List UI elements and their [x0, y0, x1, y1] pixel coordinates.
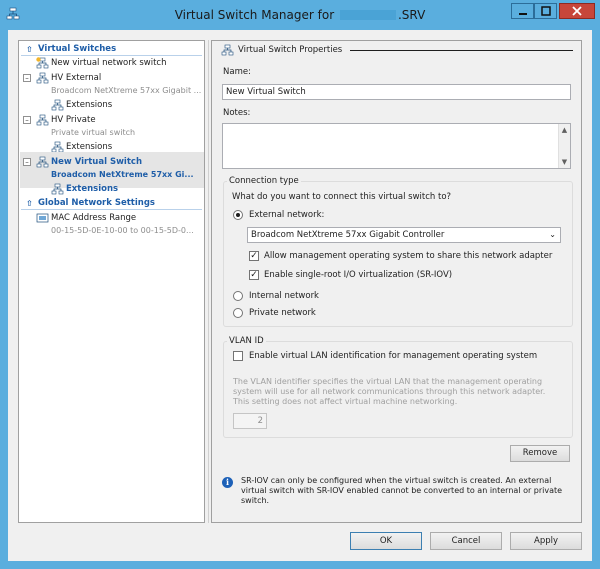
remove-button[interactable]: Remove: [510, 445, 570, 462]
sriov-label[interactable]: Enable single-root I/O virtualization (S…: [264, 270, 452, 280]
close-button[interactable]: [559, 3, 595, 19]
new-switch-icon: [36, 57, 49, 69]
close-icon: [572, 6, 582, 16]
title-bar[interactable]: Virtual Switch Manager for .SRV: [0, 0, 600, 30]
collapse-chevron-icon: ⇧: [26, 45, 33, 54]
network-adapter-dropdown[interactable]: Broadcom NetXtreme 57xx Gigabit Controll…: [247, 227, 561, 243]
extensions-icon: [51, 183, 64, 195]
name-label: Name:: [223, 67, 251, 77]
switch-extensions-item[interactable]: Extensions: [66, 99, 112, 112]
notes-scrollbar[interactable]: ▲ ▼: [558, 124, 570, 168]
sriov-info-text: SR-IOV can only be configured when the v…: [241, 476, 563, 505]
switch-item-detail-selected: Broadcom NetXtreme 57xx Gi...: [51, 170, 194, 179]
collapse-expander-icon[interactable]: –: [23, 158, 31, 166]
switch-item-name-selected[interactable]: New Virtual Switch: [51, 156, 142, 169]
allow-management-label[interactable]: Allow management operating system to sha…: [264, 251, 552, 261]
info-icon: i: [222, 477, 233, 488]
private-network-label[interactable]: Private network: [249, 308, 316, 318]
external-network-label[interactable]: External network:: [249, 210, 324, 220]
window-title: Virtual Switch Manager for .SRV: [0, 8, 600, 22]
network-switch-icon: [36, 156, 49, 168]
section-title-rule: [350, 50, 573, 51]
sriov-checkbox[interactable]: ✓: [249, 270, 259, 280]
switch-item-detail: Broadcom NetXtreme 57xx Gigabit ...: [51, 86, 202, 95]
virtual-switches-header[interactable]: ⇧ Virtual Switches: [21, 43, 202, 56]
internal-network-label[interactable]: Internal network: [249, 291, 319, 301]
scroll-up-icon[interactable]: ▲: [560, 125, 569, 135]
global-network-settings-header-label: Global Network Settings: [38, 198, 155, 208]
collapse-chevron-icon: ⇧: [26, 199, 33, 208]
enable-vlan-label[interactable]: Enable virtual LAN identification for ma…: [249, 351, 537, 361]
notes-text: [223, 124, 570, 128]
maximize-button[interactable]: [534, 3, 557, 19]
notes-label: Notes:: [223, 108, 251, 118]
collapse-expander-icon[interactable]: –: [23, 74, 31, 82]
network-adapter-selected: Broadcom NetXtreme 57xx Gigabit Controll…: [251, 230, 445, 240]
virtual-switch-manager-window: Virtual Switch Manager for .SRV ⇧ Virtua…: [0, 0, 600, 569]
virtual-switches-header-label: Virtual Switches: [38, 44, 117, 54]
global-network-settings-header[interactable]: ⇧ Global Network Settings: [21, 197, 202, 210]
allow-management-checkbox[interactable]: ✓: [249, 251, 259, 261]
vlan-id-input[interactable]: 2: [233, 413, 267, 429]
minimize-icon: [518, 13, 527, 15]
maximize-icon: [540, 6, 551, 16]
switch-name-input[interactable]: [222, 84, 571, 100]
switch-item-name[interactable]: HV External: [51, 72, 101, 85]
minimize-button[interactable]: [511, 3, 534, 19]
network-switch-icon: [221, 44, 234, 56]
cancel-button[interactable]: Cancel: [430, 532, 502, 550]
window-title-prefix: Virtual Switch Manager for: [174, 8, 335, 22]
network-switch-icon: [36, 72, 49, 84]
mac-address-range-detail: 00-15-5D-0E-10-00 to 00-15-5D-0...: [51, 226, 194, 235]
vlan-id-label: VLAN ID: [227, 336, 266, 346]
external-network-radio[interactable]: [233, 210, 243, 220]
internal-network-radio[interactable]: [233, 291, 243, 301]
window-title-suffix: .SRV: [397, 8, 426, 22]
new-virtual-network-switch-link[interactable]: New virtual network switch: [51, 57, 166, 70]
switch-item-detail: Private virtual switch: [51, 128, 136, 137]
vlan-description: The VLAN identifier specifies the virtua…: [233, 377, 546, 406]
switch-extensions-item-selected[interactable]: Extensions: [66, 183, 118, 196]
scroll-down-icon[interactable]: ▼: [560, 157, 569, 167]
pane-divider[interactable]: [208, 40, 209, 523]
apply-button[interactable]: Apply: [510, 532, 582, 550]
connection-question: What do you want to connect this virtual…: [232, 192, 452, 202]
enable-vlan-checkbox[interactable]: [233, 351, 243, 361]
switch-navigation-tree: ⇧ Virtual Switches New virtual network s…: [18, 40, 205, 523]
ok-button[interactable]: OK: [350, 532, 422, 550]
extensions-icon: [51, 99, 64, 111]
collapse-expander-icon[interactable]: –: [23, 116, 31, 124]
connection-type-label: Connection type: [227, 176, 301, 186]
switch-item-name[interactable]: HV Private: [51, 114, 96, 127]
section-title: Virtual Switch Properties: [238, 45, 343, 55]
chevron-down-icon: ⌄: [549, 230, 556, 239]
mac-address-range-item[interactable]: MAC Address Range: [51, 212, 136, 225]
dialog-client-area: ⇧ Virtual Switches New virtual network s…: [8, 30, 592, 561]
notes-textarea[interactable]: ▲ ▼: [222, 123, 571, 169]
network-switch-icon: [36, 114, 49, 126]
redacted-server-name: [339, 10, 396, 20]
mac-address-icon: [36, 213, 49, 223]
private-network-radio[interactable]: [233, 308, 243, 318]
